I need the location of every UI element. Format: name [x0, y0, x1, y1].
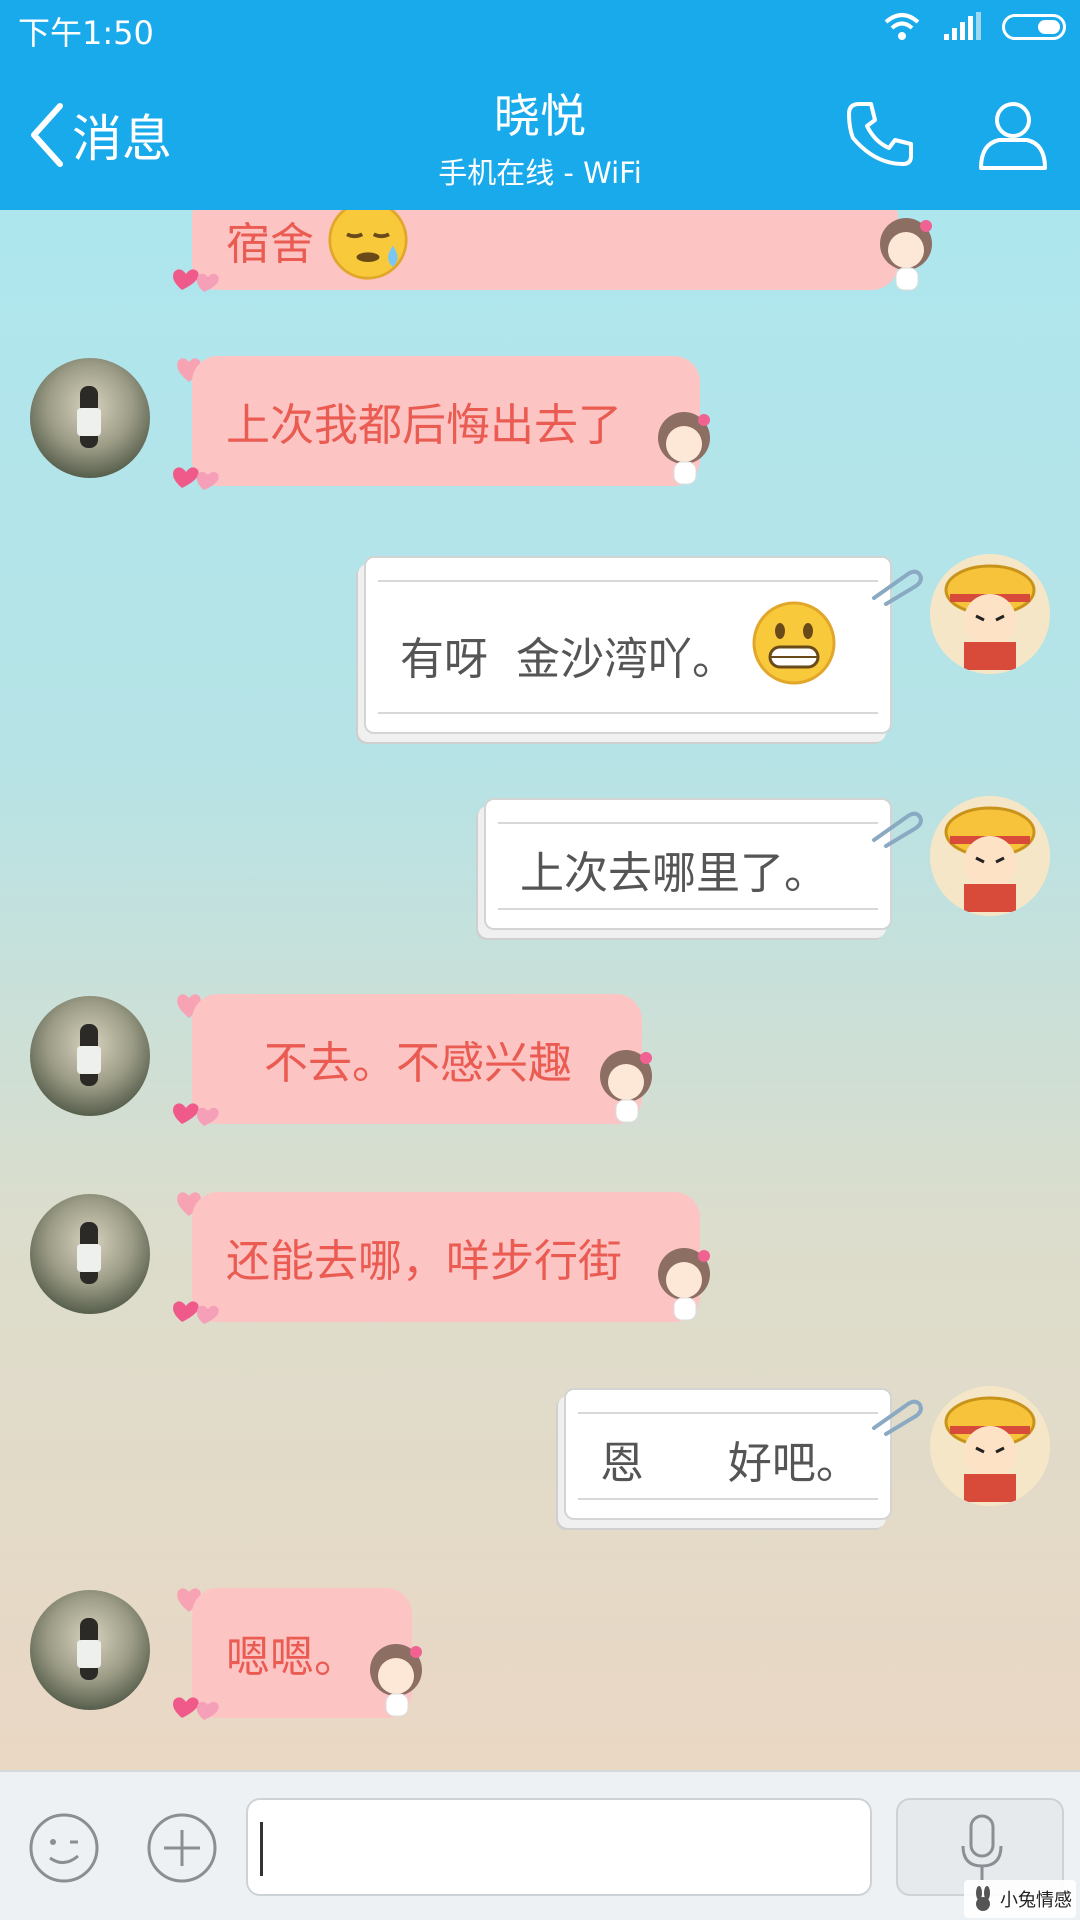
contact-name: 晓悦 — [494, 89, 586, 143]
incoming-message-bubble[interactable]: 宿舍 — [192, 210, 898, 290]
grinning-face-icon — [752, 601, 836, 685]
contact-avatar[interactable] — [30, 1590, 150, 1710]
heart-decoration-icon — [173, 269, 219, 292]
my-avatar[interactable] — [930, 1386, 1050, 1506]
outgoing-message-bubble[interactable]: 上次去哪里了。 — [484, 798, 892, 930]
paperclip-icon — [872, 811, 923, 848]
message-text: 有呀 金沙湾吖。 — [400, 634, 736, 685]
chevron-left-icon — [31, 103, 63, 167]
message-text: 还能去哪，咩步行街 — [226, 1236, 622, 1287]
heart-decoration-icon — [173, 467, 219, 490]
message-text: 不去。不感兴趣 — [264, 1038, 572, 1089]
input-bar — [0, 1770, 1080, 1920]
add-more-button[interactable] — [146, 1812, 218, 1884]
paperclip-icon — [872, 569, 923, 606]
my-avatar[interactable] — [930, 554, 1050, 674]
chibi-girl-sticker-icon — [658, 1248, 710, 1321]
chibi-girl-sticker-icon — [370, 1644, 422, 1717]
incoming-message-bubble[interactable]: 不去。不感兴趣 — [192, 994, 642, 1124]
profile-button[interactable] — [975, 96, 1051, 172]
chat-message-list[interactable]: 宿舍 上次我都后悔出去了 有呀 金沙湾吖。 上次去哪里了。 不去。不感兴趣 还能… — [0, 210, 1080, 1770]
message-text: 上次去哪里了。 — [520, 848, 828, 899]
status-time: 下午1:50 — [18, 14, 154, 52]
emoji-button[interactable] — [28, 1812, 100, 1884]
sleepy-face-icon — [328, 210, 408, 280]
heart-decoration-icon — [173, 1103, 219, 1126]
paperclip-icon — [872, 1399, 923, 1436]
phone-call-button[interactable] — [845, 98, 917, 170]
outgoing-message-bubble[interactable]: 恩 好吧。 — [564, 1388, 892, 1520]
incoming-message-bubble[interactable]: 还能去哪，咩步行街 — [192, 1192, 700, 1322]
my-avatar[interactable] — [930, 796, 1050, 916]
wifi-icon — [884, 13, 920, 40]
heart-decoration-icon — [173, 1697, 219, 1720]
chibi-girl-sticker-icon — [658, 412, 710, 485]
message-text: 嗯嗯。 — [226, 1632, 358, 1683]
contact-avatar[interactable] — [30, 358, 150, 478]
outgoing-message-bubble[interactable]: 有呀 金沙湾吖。 — [364, 556, 892, 734]
back-label: 消息 — [72, 110, 172, 168]
message-text: 恩 好吧。 — [600, 1438, 860, 1489]
contact-avatar[interactable] — [30, 996, 150, 1116]
back-button[interactable]: 消息 — [28, 100, 172, 170]
watermark: 小兔情感 — [964, 1880, 1076, 1918]
chibi-girl-sticker-icon — [600, 1050, 652, 1123]
text-cursor — [260, 1822, 263, 1876]
conversation-header[interactable]: 晓悦 手机在线 - WiFi — [300, 88, 780, 192]
chibi-girl-sticker-icon — [880, 218, 932, 291]
status-icons — [882, 12, 1066, 42]
contact-avatar[interactable] — [30, 1194, 150, 1314]
signal-icon — [944, 12, 981, 40]
message-input[interactable] — [246, 1798, 872, 1896]
bunny-logo-icon — [976, 1886, 990, 1911]
battery-icon — [1002, 14, 1066, 40]
contact-status: 手机在线 - WiFi — [438, 156, 642, 190]
microphone-icon — [961, 1814, 1003, 1880]
title-bar: 下午1:50 消息 晓悦 手机在线 - WiFi — [0, 0, 1080, 210]
incoming-message-bubble[interactable]: 上次我都后悔出去了 — [192, 356, 700, 486]
heart-decoration-icon — [173, 1301, 219, 1324]
message-text: 上次我都后悔出去了 — [226, 400, 622, 451]
message-text: 宿舍 — [226, 219, 314, 270]
watermark-text: 小兔情感 — [1000, 1890, 1072, 1911]
